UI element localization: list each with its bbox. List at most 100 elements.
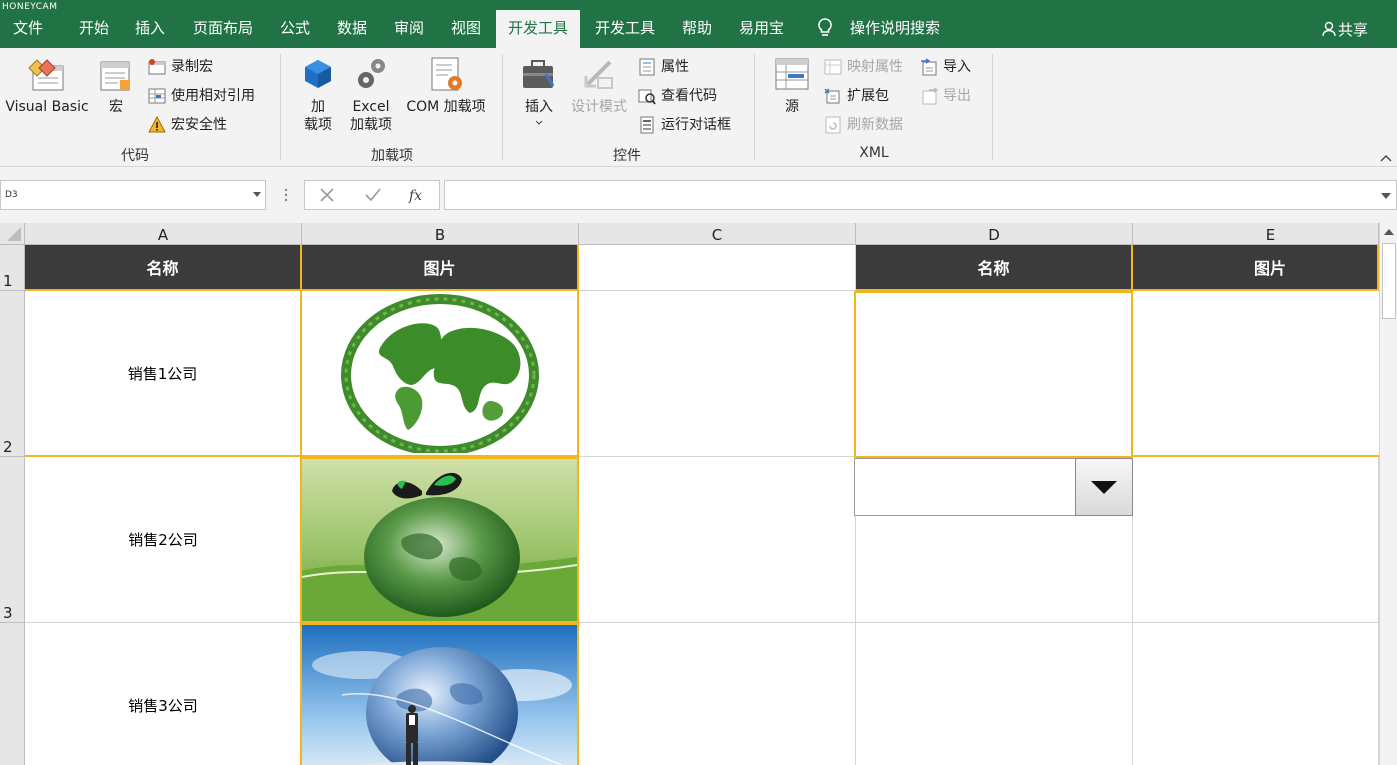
lookup-picture-cell[interactable] [1133, 291, 1379, 457]
cell-c1[interactable] [579, 245, 856, 291]
picture-cell[interactable] [302, 291, 579, 457]
warning-icon [148, 116, 166, 133]
excel-addins-button[interactable]: Excel 加载项 [345, 56, 397, 134]
record-macro-button[interactable]: 录制宏 [148, 56, 213, 78]
cancel-icon[interactable] [317, 185, 337, 205]
formula-input[interactable] [444, 180, 1397, 210]
drag-handle-icon[interactable] [284, 187, 288, 203]
header-cell-name[interactable]: 名称 [25, 245, 302, 291]
scroll-up-icon[interactable] [1384, 229, 1394, 235]
tab-view[interactable]: 视图 [451, 10, 481, 48]
com-addins-icon [431, 57, 462, 91]
green-globe-butterfly-image [302, 459, 577, 621]
addins-label-line2: 载项 [304, 117, 332, 133]
group-separator [280, 54, 281, 160]
collapse-ribbon-icon[interactable] [1379, 152, 1393, 164]
expand-formula-icon[interactable] [1381, 193, 1391, 199]
properties-button[interactable]: 属性 [638, 56, 689, 78]
run-dialog-label: 运行对话框 [661, 117, 731, 133]
ribbon: Visual Basic 宏 录制宏 使用相对引用 宏安全性 代码 加 载项 E… [0, 48, 1397, 167]
column-header-c[interactable]: C [579, 223, 856, 245]
column-header-b[interactable]: B [302, 223, 579, 245]
lookup-header-picture[interactable]: 图片 [1133, 245, 1379, 291]
tab-home[interactable]: 开始 [79, 10, 109, 48]
name-box[interactable]: D3 [0, 180, 266, 210]
addins-button[interactable]: 加 载项 [298, 56, 338, 134]
tab-insert[interactable]: 插入 [135, 10, 165, 48]
tab-developer[interactable]: 开发工具 [595, 10, 655, 48]
view-code-label: 查看代码 [661, 88, 717, 104]
lookup-name-cell[interactable] [854, 291, 1133, 458]
visual-basic-button[interactable]: Visual Basic [4, 56, 90, 116]
cell-d4[interactable] [856, 623, 1133, 765]
cell-e3[interactable] [1133, 457, 1379, 623]
insert-function-icon[interactable]: fx [407, 185, 427, 205]
tab-help[interactable]: 帮助 [682, 10, 712, 48]
xml-source-button[interactable]: 源 [772, 56, 812, 116]
name-cell[interactable]: 销售2公司 [25, 457, 302, 623]
toolbox-icon [523, 60, 555, 88]
xml-export-button[interactable]: 导出 [920, 85, 971, 107]
row-header-4[interactable]: 4 [0, 623, 25, 765]
select-all-corner[interactable] [0, 223, 25, 245]
cell-c4[interactable] [579, 623, 856, 765]
group-separator [992, 54, 993, 160]
chevron-down-icon[interactable] [253, 192, 261, 197]
dropdown-arrow-icon [1091, 481, 1117, 494]
column-header-e[interactable]: E [1133, 223, 1379, 245]
view-code-button[interactable]: 查看代码 [638, 85, 717, 107]
relative-reference-button[interactable]: 使用相对引用 [148, 85, 255, 107]
tab-formulas[interactable]: 公式 [280, 10, 310, 48]
xml-import-button[interactable]: 导入 [920, 56, 971, 78]
tell-me-search[interactable]: 操作说明搜索 [850, 10, 940, 48]
enter-check-icon[interactable] [363, 185, 383, 205]
insert-control-button[interactable]: 插入 [518, 56, 560, 126]
combo-dropdown-button[interactable] [1075, 458, 1133, 516]
design-mode-label: 设计模式 [571, 99, 627, 115]
cell-c2[interactable] [579, 291, 856, 457]
share-button[interactable]: 共享 [1322, 19, 1368, 40]
cell-e4[interactable] [1133, 623, 1379, 765]
lookup-header-name[interactable]: 名称 [856, 245, 1133, 291]
scroll-thumb[interactable] [1382, 243, 1396, 319]
excel-addins-label-line1: Excel [352, 99, 390, 115]
tab-review[interactable]: 审阅 [394, 10, 424, 48]
row-header-3[interactable]: 3 [0, 457, 25, 623]
design-mode-button[interactable]: 设计模式 [568, 56, 630, 116]
map-properties-button[interactable]: 映射属性 [824, 56, 903, 78]
row-header-2[interactable]: 2 [0, 291, 25, 457]
expansion-packs-label: 扩展包 [847, 88, 889, 104]
picture-cell[interactable] [300, 457, 579, 623]
row-number: 2 [3, 438, 13, 456]
com-addins-button[interactable]: COM 加载项 [402, 56, 490, 116]
tab-file[interactable]: 文件 [13, 10, 43, 48]
addins-group-label: 加载项 [371, 148, 413, 164]
person-icon [1322, 21, 1336, 37]
tab-easy-tool[interactable]: 易用宝 [739, 10, 784, 48]
picture-cell[interactable] [300, 623, 579, 765]
name-cell[interactable]: 销售1公司 [25, 291, 302, 457]
worksheet-grid[interactable]: A B C D E 1 2 3 4 名称 图片 名称 图片 销售1公司 销售2公… [0, 223, 1397, 765]
tab-data[interactable]: 数据 [337, 10, 367, 48]
run-dialog-button[interactable]: 运行对话框 [638, 114, 731, 136]
row-header-1[interactable]: 1 [0, 245, 25, 291]
refresh-data-button[interactable]: 刷新数据 [824, 114, 903, 136]
name-combo-box[interactable] [854, 458, 1133, 516]
group-separator [502, 54, 503, 160]
name-cell[interactable]: 销售3公司 [25, 623, 302, 765]
vertical-scrollbar[interactable] [1379, 223, 1397, 765]
macros-button[interactable]: 宏 [96, 56, 136, 116]
name-box-value: D3 [5, 190, 18, 200]
blue-globe-businessman-image [302, 625, 577, 765]
tab-developer-active[interactable]: 开发工具 [496, 10, 581, 48]
macro-security-button[interactable]: 宏安全性 [148, 114, 227, 136]
lightbulb-icon[interactable] [816, 17, 834, 39]
tab-page-layout[interactable]: 页面布局 [193, 10, 253, 48]
header-cell-picture[interactable]: 图片 [302, 245, 579, 291]
xml-export-label: 导出 [943, 88, 971, 104]
column-header-a[interactable]: A [25, 223, 302, 245]
properties-label: 属性 [661, 59, 689, 75]
cell-c3[interactable] [579, 457, 856, 623]
column-header-d[interactable]: D [856, 223, 1133, 245]
expansion-packs-button[interactable]: 扩展包 [824, 85, 889, 107]
